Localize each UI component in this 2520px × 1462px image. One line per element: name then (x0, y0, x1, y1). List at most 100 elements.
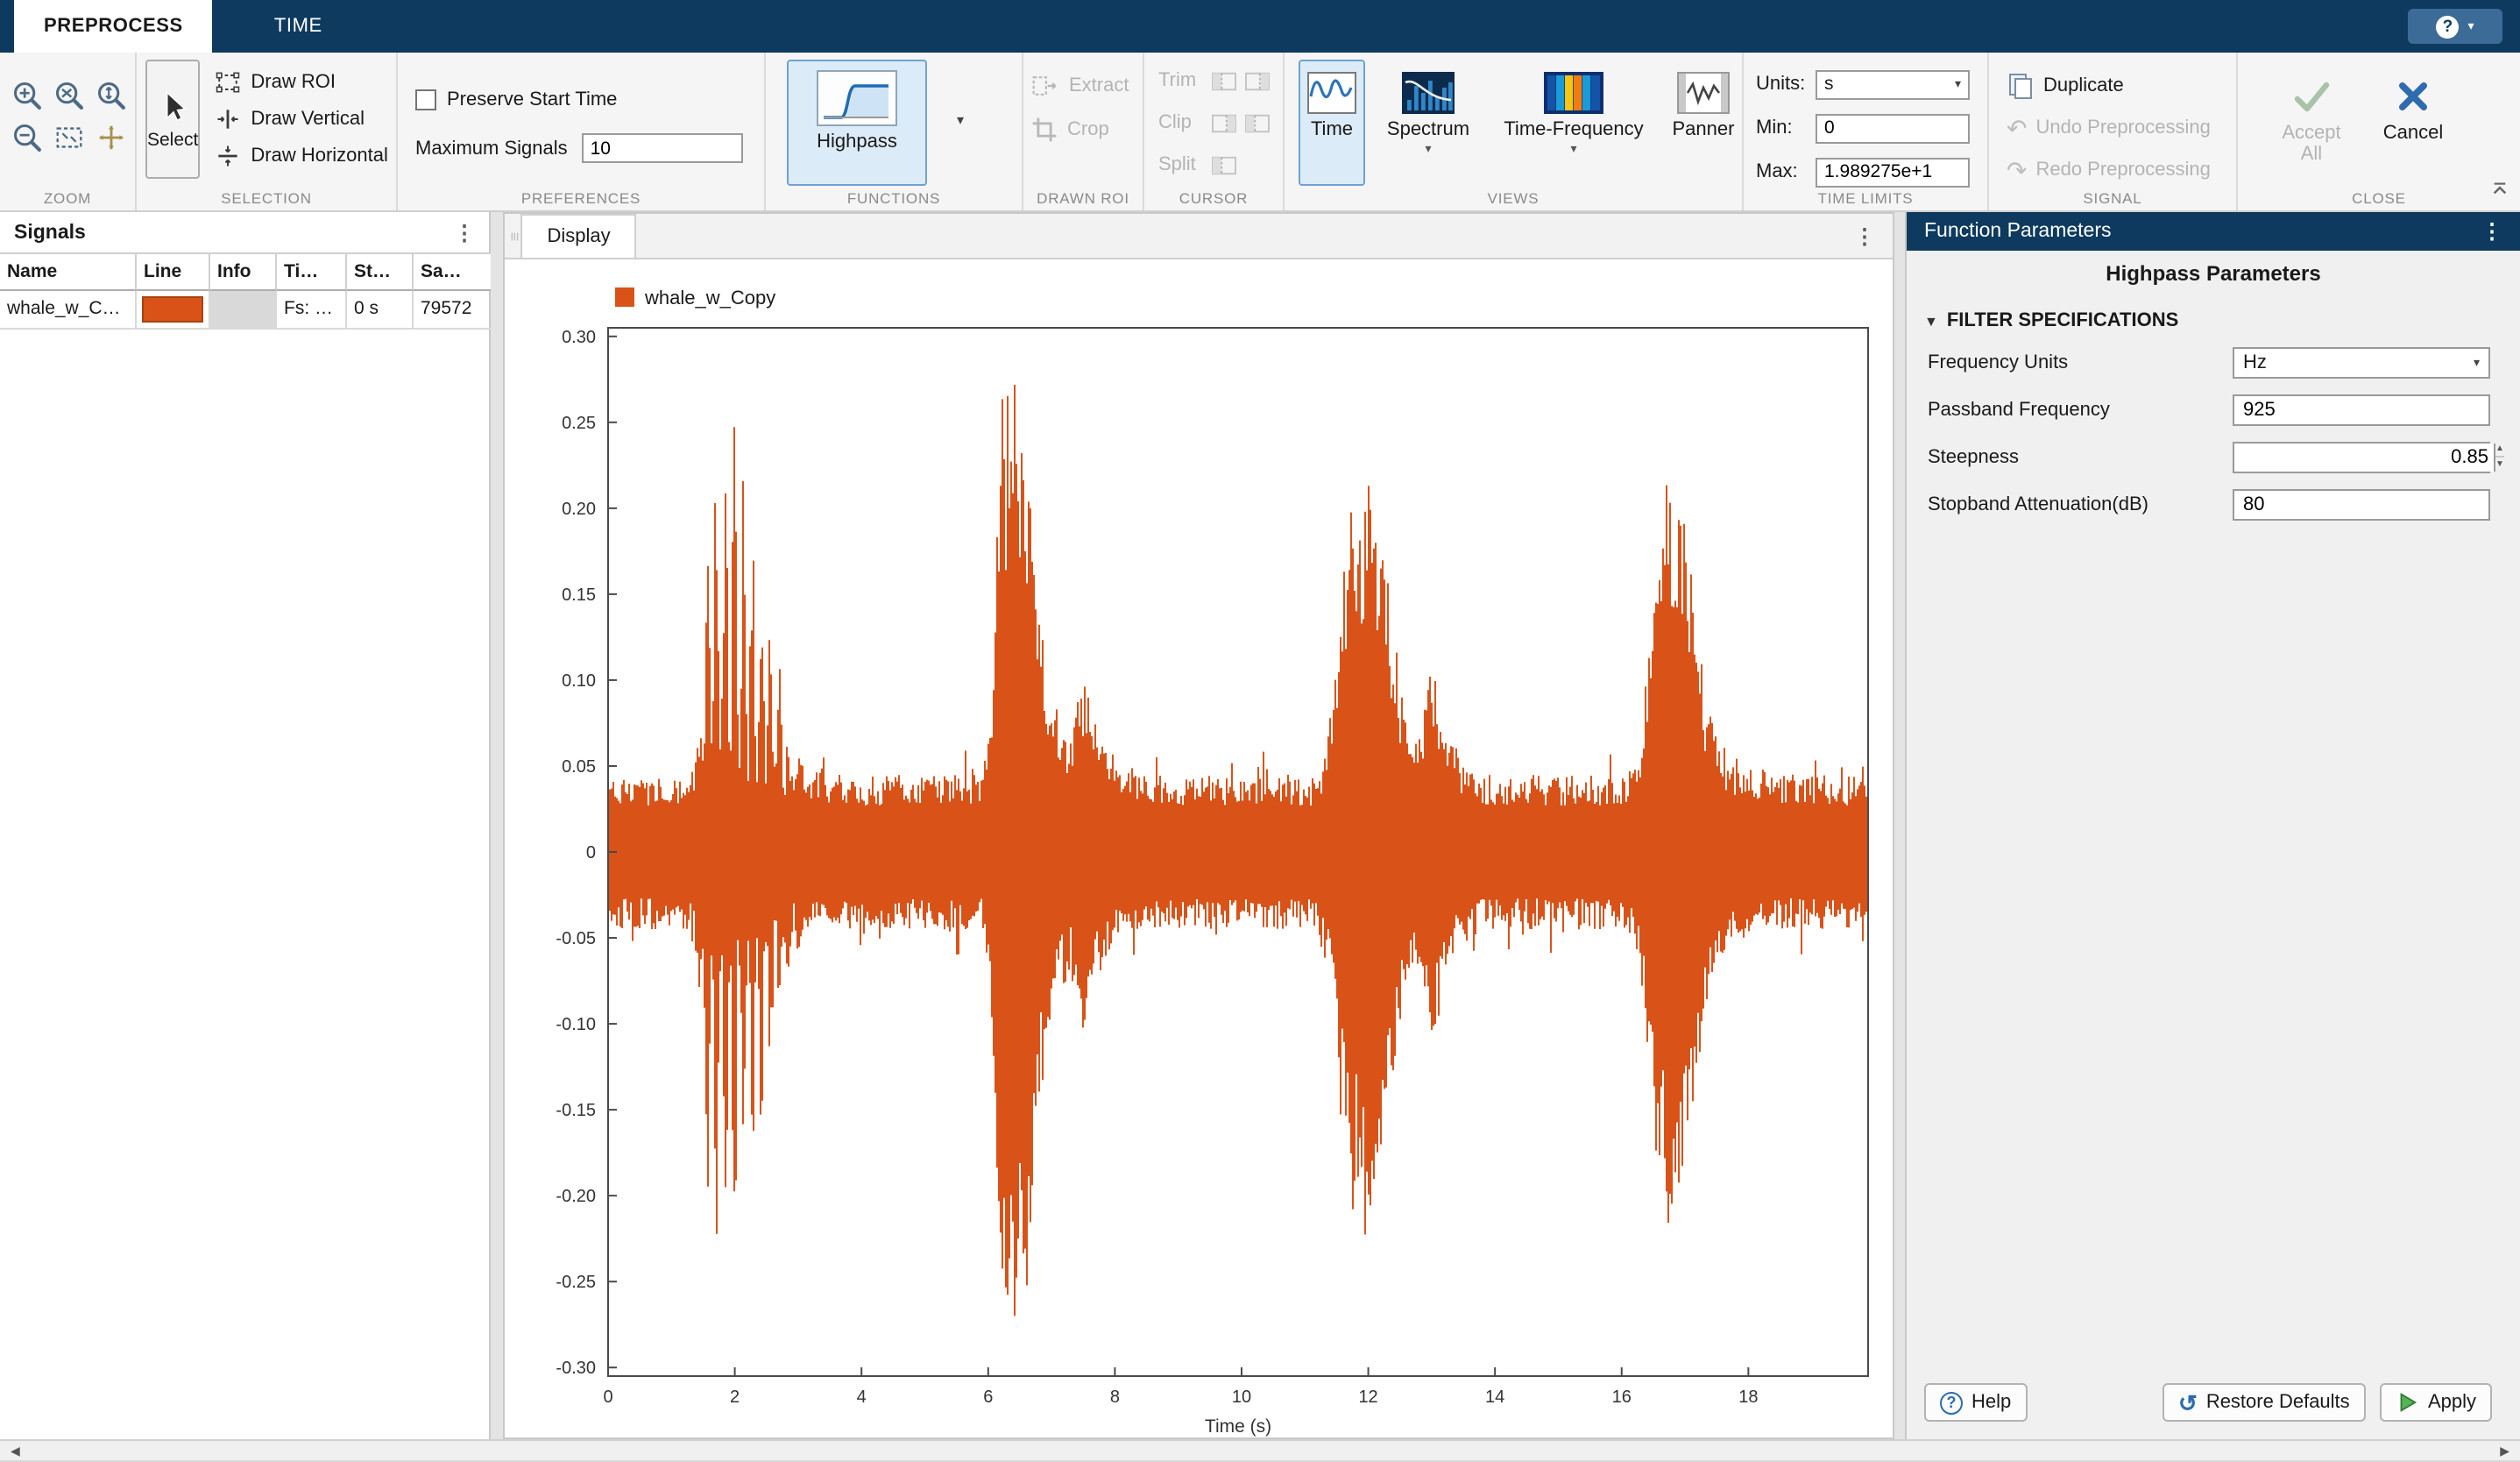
apply-play-icon (2396, 1390, 2419, 1415)
column-header-line[interactable]: Line (137, 252, 210, 291)
maximum-signals-input[interactable] (582, 133, 743, 163)
filter-specifications-label: FILTER SPECIFICATIONS (1947, 310, 2178, 331)
scroll-right-button[interactable]: ▶ (2500, 1441, 2509, 1462)
spectrum-view-button[interactable]: Spectrum ▾ (1379, 60, 1477, 186)
steepness-spin-down-button[interactable]: ▼ (2495, 458, 2504, 471)
chevron-down-icon: ▾ (1425, 142, 1431, 156)
zoom-in-x-button[interactable] (49, 75, 88, 114)
time-frequency-view-button[interactable]: Time-Frequency ▾ (1491, 60, 1656, 186)
trim-label: Trim (1158, 70, 1204, 91)
stopband-attenuation-input[interactable] (2243, 493, 2480, 515)
clip-left-icon[interactable] (1211, 111, 1237, 134)
draw-roi-label: Draw ROI (251, 71, 336, 92)
svg-text:0.30: 0.30 (562, 328, 596, 347)
min-time-input[interactable] (1816, 113, 1970, 143)
restore-defaults-button[interactable]: ↺ Restore Defaults (2163, 1383, 2366, 1422)
time-view-button[interactable]: Time (1299, 60, 1365, 186)
cancel-button[interactable]: Cancel (2368, 60, 2459, 186)
signal-row-samples[interactable]: 79572 (414, 291, 491, 330)
trim-right-icon[interactable] (1244, 69, 1271, 92)
section-collapse-icon: ▼ (1924, 313, 1938, 329)
zoom-in-button[interactable] (7, 75, 46, 114)
frequency-units-select[interactable]: Hz ▾ (2233, 346, 2490, 378)
signal-plot[interactable]: whale_w_Copy0.300.250.200.150.100.050-0.… (505, 259, 1893, 1437)
signal-row-line[interactable] (137, 291, 210, 330)
functions-section-label: FUNCTIONS (766, 189, 1022, 207)
tab-time[interactable]: TIME (244, 0, 352, 53)
filter-specifications-section-header[interactable]: ▼ FILTER SPECIFICATIONS (1907, 303, 2520, 338)
signal-row-start[interactable]: 0 s (347, 291, 414, 330)
frequency-units-row: Frequency Units Hz ▾ (1907, 338, 2520, 386)
ribbon-section-zoom: ZOOM (0, 53, 137, 210)
selection-section-label: SELECTION (137, 189, 396, 207)
function-parameters-menu-button[interactable]: ⋮ (2481, 219, 2502, 244)
zoom-in-y-button[interactable] (91, 75, 130, 114)
passband-frequency-input[interactable] (2243, 399, 2480, 420)
svg-text:0.05: 0.05 (562, 757, 596, 777)
clip-right-icon[interactable] (1244, 111, 1271, 134)
functions-dropdown-button[interactable]: ▾ (945, 103, 976, 135)
redo-preprocessing-button[interactable]: ↷ Redo Preprocessing (2000, 151, 2236, 188)
column-header-time[interactable]: Ti… (277, 252, 347, 291)
duplicate-button[interactable]: Duplicate (2000, 67, 2236, 103)
signal-row-name[interactable]: whale_w_C… (0, 291, 137, 330)
ribbon-section-close: Accept All Cancel CLOSE (2238, 53, 2520, 210)
signal-section-label: SIGNAL (1989, 189, 2236, 207)
apply-button[interactable]: Apply (2381, 1383, 2492, 1422)
steepness-input[interactable] (2234, 443, 2494, 471)
tab-preprocess[interactable]: PREPROCESS (14, 0, 213, 53)
accept-check-icon (2290, 77, 2332, 116)
ribbon-section-cursor: Trim Clip Split CURSOR (1144, 53, 1285, 210)
ribbon-section-views: Time Spectrum ▾ (1285, 53, 1744, 210)
help-icon: ? (2436, 15, 2459, 38)
svg-text:2: 2 (730, 1387, 740, 1407)
steepness-spin-up-button[interactable]: ▲ (2495, 443, 2504, 458)
max-time-input[interactable] (1816, 157, 1970, 187)
display-panel-menu-button[interactable]: ⋮ (1854, 224, 1893, 248)
signal-analyzer-window: PREPROCESS TIME ? ▾ (0, 0, 2520, 1460)
signal-row-fs[interactable]: Fs: 4… (277, 291, 347, 330)
signals-panel-menu-button[interactable]: ⋮ (454, 220, 475, 245)
tab-display[interactable]: Display (521, 214, 637, 258)
highpass-function-button[interactable]: Highpass (787, 60, 927, 186)
units-select[interactable]: s ▾ (1816, 69, 1970, 99)
draw-roi-button[interactable]: Draw ROI (207, 63, 395, 100)
zoom-out-button[interactable] (7, 117, 46, 156)
preserve-start-time-checkbox[interactable] (415, 89, 436, 110)
draw-horizontal-button[interactable]: Draw Horizontal (207, 137, 395, 174)
svg-text:12: 12 (1358, 1387, 1377, 1407)
views-section-label: VIEWS (1285, 189, 1742, 207)
select-tool-button[interactable]: Select (145, 60, 200, 179)
draw-vertical-button[interactable]: Draw Vertical (207, 100, 395, 137)
signal-row-info[interactable] (210, 291, 277, 330)
panner-view-button[interactable]: Panner (1667, 60, 1740, 186)
help-icon: ? (1940, 1391, 1963, 1414)
clip-label: Clip (1158, 112, 1204, 133)
zoom-in-icon (10, 78, 43, 111)
drawn-roi-section-label: DRAWN ROI (1023, 189, 1143, 207)
spectrum-view-label: Spectrum (1387, 119, 1469, 140)
signal-line-swatch (142, 296, 203, 323)
steepness-row: Steepness ▲ ▼ (1907, 433, 2520, 480)
function-parameters-panel: Function Parameters ⋮ Highpass Parameter… (1905, 212, 2520, 1439)
scroll-left-button[interactable]: ◀ (11, 1441, 20, 1462)
help-menu-button[interactable]: ? ▾ (2408, 9, 2502, 44)
column-header-name[interactable]: Name (0, 252, 137, 291)
accept-all-button[interactable]: Accept All (2266, 60, 2357, 186)
pan-button[interactable] (91, 117, 130, 156)
collapse-ribbon-button[interactable] (2485, 177, 2513, 200)
extract-button[interactable]: Extract (1023, 67, 1143, 103)
accept-all-label-2: All (2301, 144, 2322, 165)
split-icon[interactable] (1211, 153, 1237, 176)
help-button[interactable]: ? Help (1924, 1383, 2027, 1422)
column-header-info[interactable]: Info (210, 252, 277, 291)
crop-button[interactable]: Crop (1023, 110, 1143, 147)
column-header-samples[interactable]: Sa… (414, 252, 491, 291)
draw-vertical-icon (214, 104, 242, 132)
draw-horizontal-label: Draw Horizontal (251, 145, 388, 166)
trim-left-icon[interactable] (1211, 69, 1237, 92)
column-header-start[interactable]: St… (347, 252, 414, 291)
panel-grip-icon[interactable]: ≡ (506, 231, 523, 241)
fit-to-view-button[interactable] (49, 117, 88, 156)
undo-preprocessing-button[interactable]: ↶ Undo Preprocessing (2000, 109, 2236, 145)
